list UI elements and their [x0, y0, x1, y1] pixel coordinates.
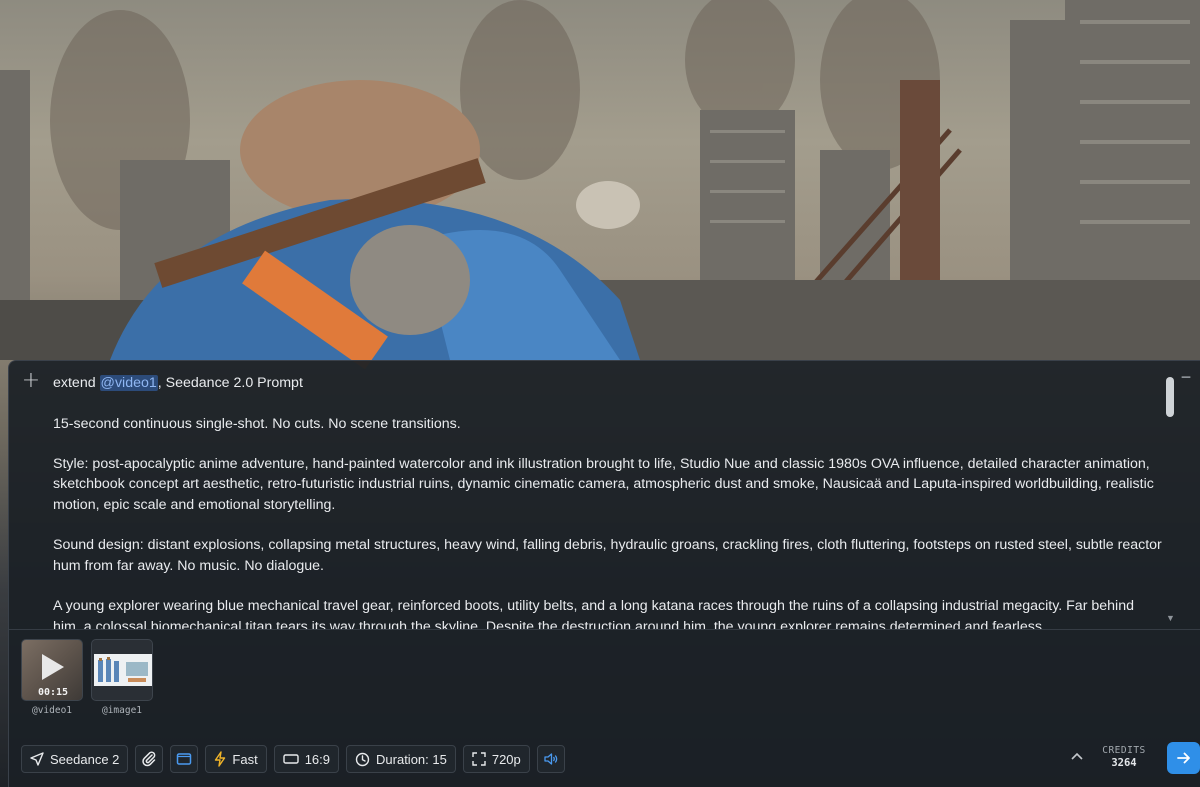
arrow-right-icon — [1176, 752, 1190, 764]
duration-selector-button[interactable]: Duration: 15 — [346, 745, 456, 773]
collapse-minus-icon[interactable]: − — [1178, 368, 1194, 386]
chevron-up-icon[interactable] — [1069, 749, 1085, 765]
play-icon — [42, 654, 64, 680]
scroll-down-arrow-icon[interactable]: ▼ — [1166, 613, 1175, 623]
prompt-paragraph: Style: post-apocalyptic anime adventure,… — [53, 456, 1154, 513]
duration-label: Duration: 15 — [376, 751, 447, 767]
prompt-paragraph: Sound design: distant explosions, collap… — [53, 537, 1162, 574]
prompt-first-line: extend @video1, Seedance 2.0 Prompt — [53, 373, 1163, 393]
generation-toolbar: Seedance 2 Fast 16:9 Duration: 15 720p — [21, 745, 565, 773]
image-attachment-thumbnail[interactable] — [91, 639, 153, 701]
lightning-icon — [215, 751, 226, 767]
prompt-paragraph: 15-second continuous single-shot. No cut… — [53, 415, 461, 432]
prompt-line-prefix: extend — [53, 375, 100, 391]
prompt-textarea[interactable]: extend @video1, Seedance 2.0 Prompt 15-s… — [53, 373, 1163, 629]
image-preview — [94, 654, 152, 686]
video-attachment-label: @video1 — [31, 705, 73, 716]
audio-toggle-button[interactable] — [536, 745, 565, 773]
credits-label: CREDITS — [1102, 745, 1146, 756]
credits-display: CREDITS 3264 — [1089, 745, 1159, 769]
speed-selector-button[interactable]: Fast — [205, 745, 267, 773]
model-selector-button[interactable]: Seedance 2 — [21, 745, 129, 773]
paperclip-icon — [142, 751, 156, 767]
prompt-panel: + − extend @video1, Seedance 2.0 Prompt … — [8, 360, 1200, 787]
clock-icon — [355, 752, 370, 766]
frame-icon — [177, 753, 192, 765]
scrollbar-thumb[interactable] — [1166, 377, 1174, 417]
divider — [9, 629, 1200, 630]
image-attachment-label: @image1 — [101, 705, 143, 716]
expand-corners-icon — [472, 752, 486, 766]
send-button[interactable] — [1167, 742, 1200, 774]
prompt-scrollbar[interactable] — [1166, 377, 1174, 621]
speaker-icon — [544, 753, 558, 765]
resolution-selector-button[interactable]: 720p — [462, 745, 530, 773]
prompt-paragraph: A young explorer wearing blue mechanical… — [53, 598, 1134, 629]
prompt-line-suffix: , Seedance 2.0 Prompt — [157, 375, 303, 391]
aspect-ratio-icon — [283, 754, 299, 764]
speed-label: Fast — [232, 751, 258, 767]
resolution-label: 720p — [491, 751, 521, 767]
aspect-label: 16:9 — [304, 751, 331, 767]
add-attachment-plus-icon[interactable]: + — [21, 370, 41, 392]
attach-file-button[interactable] — [135, 745, 164, 773]
credits-value: 3264 — [1111, 757, 1137, 769]
video-attachment-thumbnail[interactable]: 00:15 — [21, 639, 83, 701]
video-duration: 00:15 — [37, 687, 69, 698]
model-label: Seedance 2 — [50, 751, 120, 767]
aspect-ratio-button[interactable]: 16:9 — [273, 745, 340, 773]
frame-mode-button[interactable] — [170, 745, 199, 773]
send-arrow-outline-icon — [30, 752, 44, 766]
video-mention-chip[interactable]: @video1 — [99, 375, 158, 391]
